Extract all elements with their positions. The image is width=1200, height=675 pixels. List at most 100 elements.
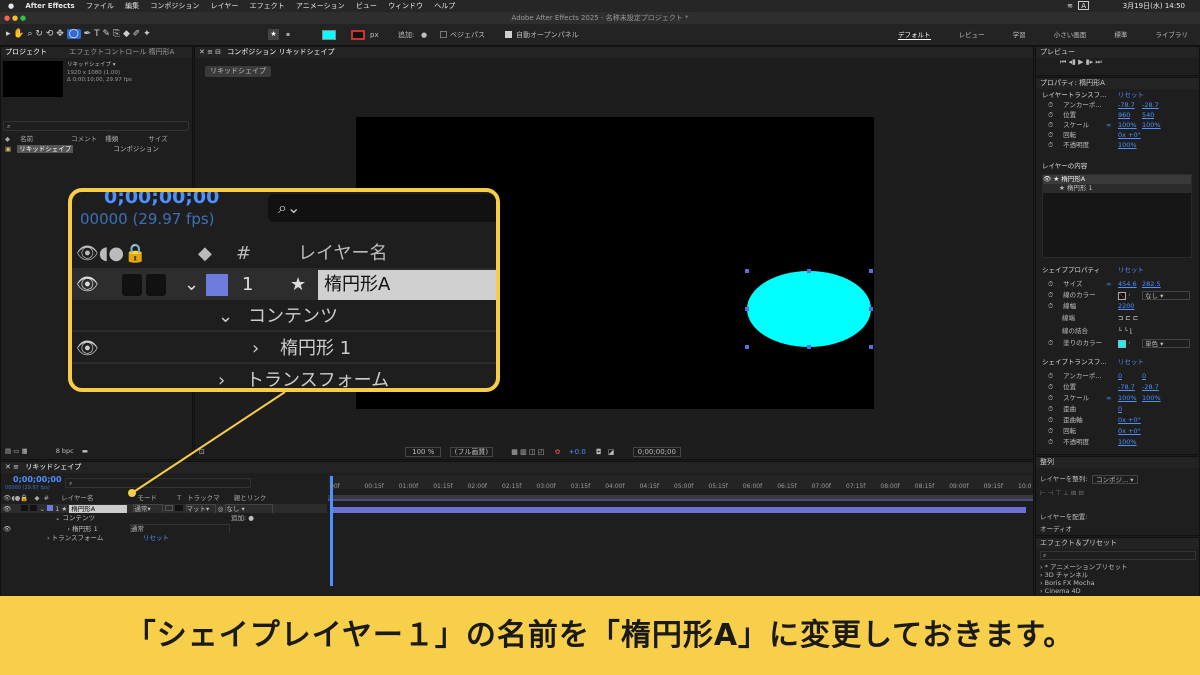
layer-label-color[interactable] <box>47 505 54 511</box>
label-column-icon[interactable]: ◆ <box>5 135 10 143</box>
fill-eyedropper-icon[interactable]: ⁄ <box>1129 339 1130 348</box>
s-scale-y[interactable]: 100% <box>1142 394 1161 403</box>
size-x[interactable]: 454.6 <box>1118 280 1137 289</box>
anchor-y[interactable]: -28.7 <box>1142 101 1159 110</box>
skew-axis-value[interactable]: 0x +0° <box>1118 416 1141 425</box>
clone-tool-icon[interactable]: ⎘ <box>113 29 120 39</box>
col-type[interactable]: 種類 <box>105 135 118 143</box>
col-parent[interactable]: 親とリンク <box>234 494 267 502</box>
anchor-x[interactable]: -78.7 <box>1118 101 1135 110</box>
first-frame-icon[interactable]: ⏮ <box>1060 58 1066 66</box>
col-mode[interactable]: モード <box>138 494 158 502</box>
layer-visibility-icon[interactable]: 👁 <box>3 505 11 513</box>
zoom-dropdown[interactable]: 100 % <box>405 447 442 457</box>
zoom-search-input[interactable]: ⌕⌄ <box>268 194 496 222</box>
menu-composition[interactable]: コンポジション <box>150 2 199 10</box>
interpret-footage-icon[interactable]: ▤ <box>5 447 11 455</box>
align-buttons[interactable]: ⊢ ⊣ ⊤ ⊥ ⊞ ⊟ <box>1040 489 1084 498</box>
s-scale-x[interactable]: 100% <box>1118 394 1137 403</box>
minimize-window-icon[interactable]: ● <box>12 12 18 24</box>
new-folder-icon[interactable]: ▭ <box>13 447 19 455</box>
ellipse-tool-icon[interactable]: ◯ <box>66 29 81 39</box>
effects-item-c4d[interactable]: › Cinema 4D <box>1040 587 1081 596</box>
comp-timecode[interactable]: 0;00;00;00 <box>632 447 681 457</box>
solo-box[interactable] <box>21 505 29 511</box>
bpc-label[interactable]: 8 bpc <box>56 447 74 455</box>
menu-animation[interactable]: アニメーション <box>296 2 345 10</box>
color-channel-icon[interactable]: ✿ <box>555 448 561 456</box>
resolution-dropdown[interactable]: (フル画質) <box>449 447 494 457</box>
contents-layer-item[interactable]: 👁 ★ 楕円形A <box>1043 175 1191 184</box>
stroke-color-swatch-prop[interactable] <box>1118 292 1126 300</box>
ellipse-group-row[interactable]: 👁 › 楕円形 1 通常 <box>1 524 327 533</box>
tab-effect-controls[interactable]: エフェクトコントロール 楕円形A <box>69 48 174 56</box>
last-frame-icon[interactable]: ⏭ <box>1095 58 1101 66</box>
magnify-icon[interactable]: ⊡ <box>199 448 205 456</box>
menu-window[interactable]: ウィンドウ <box>388 2 423 10</box>
show-snapshot-icon[interactable]: ◪ <box>608 448 615 456</box>
contents-add-label[interactable]: 追加: ● <box>231 514 254 523</box>
exposure-value[interactable]: +0.0 <box>569 448 586 456</box>
lock-box[interactable] <box>30 505 38 511</box>
transform-reset[interactable]: リセット <box>143 534 169 543</box>
timeline-timecode[interactable]: 0;00;00;00 <box>13 475 62 484</box>
ellipse-expand-icon[interactable]: › <box>67 525 70 533</box>
effects-search-input[interactable]: ⌕ <box>1040 551 1196 560</box>
prev-frame-icon[interactable]: ◂▮ <box>1069 58 1076 66</box>
contents-row[interactable]: ⌄ コンテンツ <box>55 514 325 523</box>
orbit-tool-icon[interactable]: ⟲ <box>46 29 54 39</box>
eraser-tool-icon[interactable]: ◆ <box>123 29 130 39</box>
project-item-row[interactable]: ▣ リキッドシェイプ コンポジション <box>1 145 193 154</box>
pickwhip-icon[interactable]: ◎ <box>218 505 224 513</box>
comp-breadcrumb[interactable]: リキッドシェイプ <box>205 66 271 77</box>
timeline-ruler[interactable] <box>328 495 1033 501</box>
col-comment[interactable]: コメント <box>71 135 97 143</box>
fill-color-swatch[interactable] <box>322 30 336 40</box>
menu-view[interactable]: ビュー <box>356 2 377 10</box>
workspace-review[interactable]: レビュー <box>959 31 985 39</box>
project-search-input[interactable]: ⌕ <box>3 121 189 131</box>
comp-lock-icon[interactable]: ✕ ≡ ⊟ <box>199 48 221 56</box>
s-position-x[interactable]: -78.7 <box>1118 383 1135 392</box>
opacity-value[interactable]: 100% <box>1118 141 1137 150</box>
menu-file[interactable]: ファイル <box>86 2 114 10</box>
puppet-tool-icon[interactable]: ✦ <box>143 29 151 39</box>
stroke-eyedropper-icon[interactable]: ⁄ <box>1129 291 1130 300</box>
layer-expand-icon[interactable]: ⌄ <box>40 505 45 513</box>
pan-tool-icon[interactable]: ✥ <box>56 29 64 39</box>
tab-project[interactable]: プロジェクト <box>5 48 47 56</box>
workspace-default[interactable]: デフォルト <box>898 31 931 40</box>
ellipse-visibility-icon[interactable]: 👁 <box>3 525 11 533</box>
workspace-libraries[interactable]: ライブラリ <box>1155 31 1188 39</box>
col-layer-name[interactable]: レイヤー名 <box>61 494 93 502</box>
workspace-small-screen[interactable]: 小さい画面 <box>1054 31 1087 39</box>
scale-y[interactable]: 100% <box>1142 121 1161 130</box>
s-opacity-value[interactable]: 100% <box>1118 438 1137 447</box>
layer-mode-dropdown[interactable]: 通常▾ <box>133 504 164 513</box>
menubar-clock[interactable]: 3月19日(水) 14:50 <box>1123 0 1185 12</box>
trackmatte-dropdown[interactable]: マット▾ <box>185 504 216 513</box>
skew-value[interactable]: 0 <box>1118 405 1122 414</box>
input-indicator[interactable]: A <box>1078 1 1089 10</box>
layer-duration-bar[interactable] <box>331 507 1026 513</box>
fill-mode-dropdown[interactable]: 単色 ▾ <box>1142 339 1190 348</box>
type-tool-icon[interactable]: T <box>94 29 100 39</box>
scale-x[interactable]: 100% <box>1118 121 1137 130</box>
auto-open-checkbox[interactable] <box>505 31 512 38</box>
pen-tool-icon[interactable]: ✒ <box>84 29 92 39</box>
s-position-y[interactable]: -28.7 <box>1142 383 1159 392</box>
ellipse-shape-svg[interactable] <box>550 267 876 352</box>
stroke-style-dropdown[interactable]: なし ▾ <box>1142 291 1190 300</box>
star-toggle-icon[interactable]: ★ <box>268 29 279 40</box>
ellipse-group-name[interactable]: 楕円形 1 <box>72 525 98 533</box>
stroke-cap-buttons[interactable]: ⊐ ⊏ ⊏ <box>1118 314 1138 323</box>
layer-row-1[interactable]: 👁 ⌄ 1 ★ 楕円形A 通常▾ マット▾ ◎ なし ▾ <box>1 504 327 513</box>
timeline-close-icon[interactable]: ✕ ≡ <box>5 463 19 471</box>
menu-effect[interactable]: エフェクト <box>250 2 285 10</box>
t-box[interactable] <box>165 505 174 511</box>
brush-tool-icon[interactable]: ✎ <box>102 29 110 39</box>
menu-layer[interactable]: レイヤー <box>211 2 239 10</box>
workspace-learn[interactable]: 学習 <box>1013 31 1026 39</box>
selection-tool-icon[interactable]: ▸ <box>6 29 11 39</box>
tab-composition[interactable]: コンポジション リキッドシェイプ <box>227 48 334 56</box>
